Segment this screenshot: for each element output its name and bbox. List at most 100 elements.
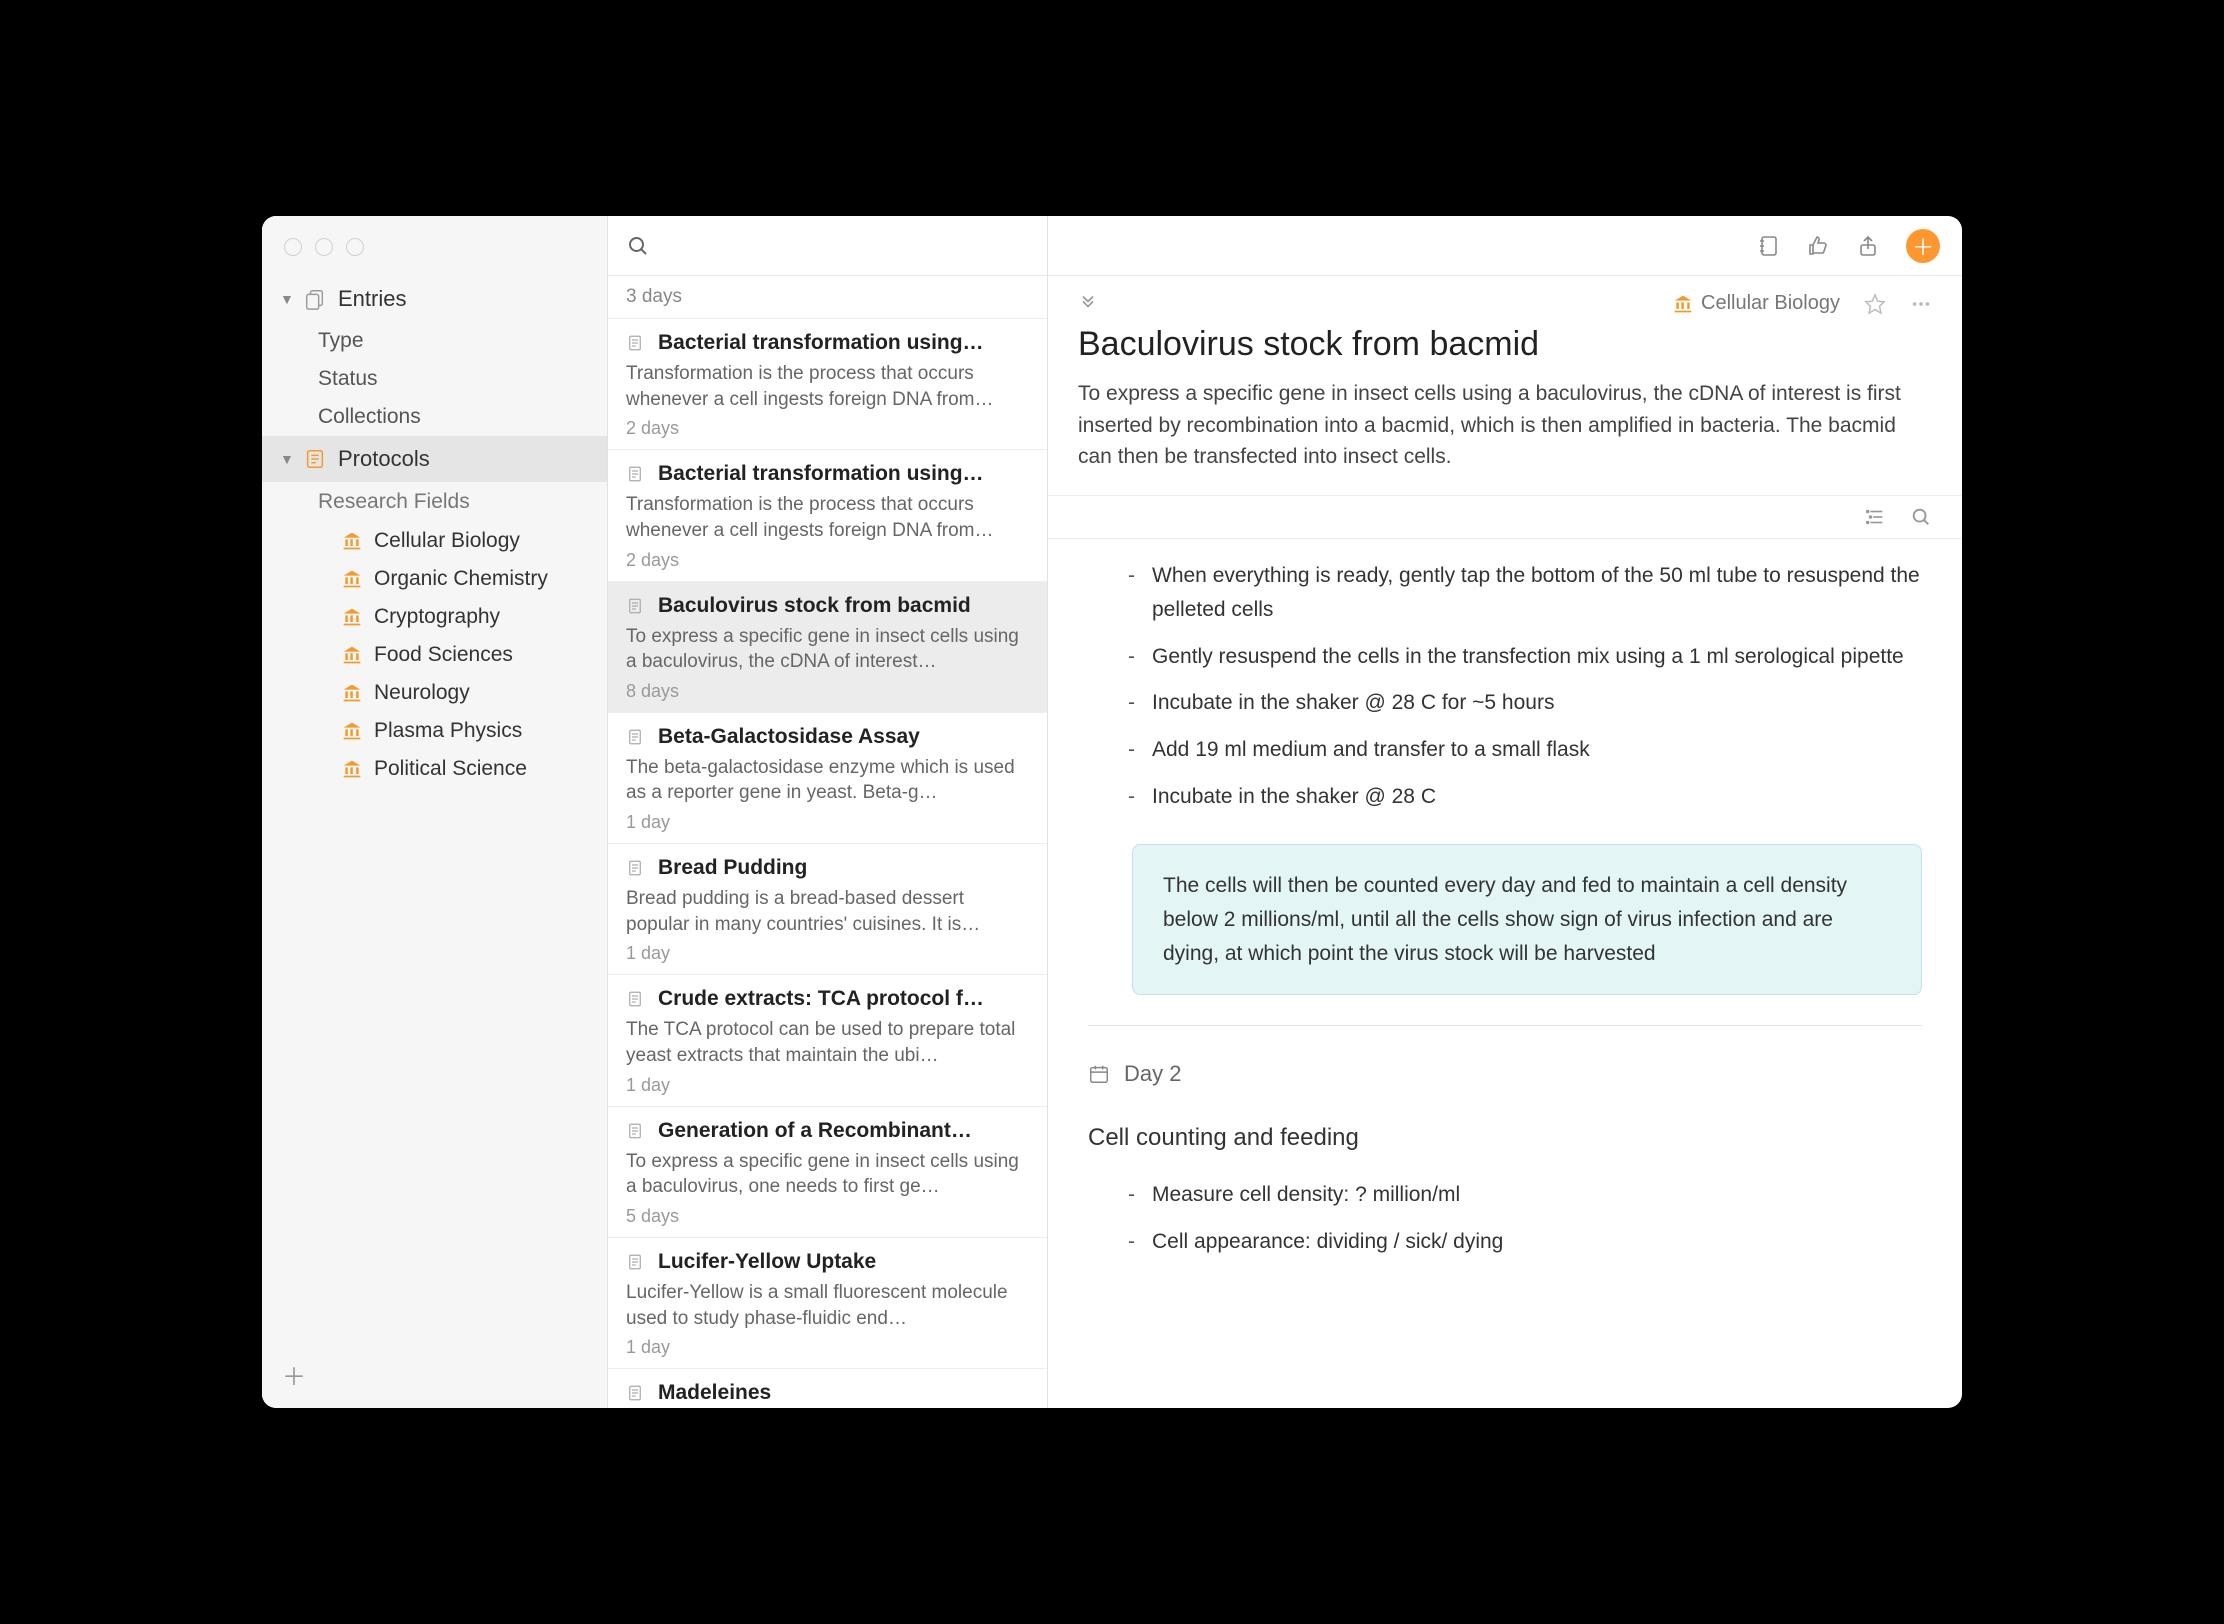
protocol-step: Add 19 ml medium and transfer to a small… [1128, 733, 1922, 768]
entry-title: Bacterial transformation using… [658, 462, 984, 486]
close-window-button[interactable] [284, 238, 302, 256]
sidebar-item[interactable]: Type [262, 322, 607, 360]
entry-excerpt: Lucifer-Yellow is a small fluorescent mo… [626, 1280, 1029, 1331]
document-icon [626, 332, 644, 354]
protocol-step: When everything is ready, gently tap the… [1128, 559, 1922, 628]
entry-title: Beta-Galactosidase Assay [658, 725, 920, 749]
institution-icon [342, 607, 362, 627]
entry-title: Bacterial transformation using… [658, 331, 984, 355]
entry-item[interactable]: MadeleinesThe Madeleine or Petite Madele… [608, 1369, 1047, 1408]
entry-excerpt: The TCA protocol can be used to prepare … [626, 1017, 1029, 1068]
document-subtoolbar [1048, 496, 1962, 539]
list-toolbar [608, 216, 1047, 276]
research-field-label: Plasma Physics [374, 719, 522, 743]
document-title: Baculovirus stock from bacmid [1078, 325, 1932, 364]
sidebar-research-fields-label: Research Fields [262, 482, 607, 522]
search-in-doc-icon[interactable] [1910, 506, 1932, 528]
category-pill[interactable]: Cellular Biology [1673, 292, 1840, 315]
entry-item[interactable]: Crude extracts: TCA protocol f… The TCA p… [608, 975, 1047, 1106]
entry-list[interactable]: Bacterial transformation using… Transform… [608, 319, 1047, 1408]
sidebar-item[interactable]: Status [262, 360, 607, 398]
star-icon[interactable] [1864, 293, 1886, 315]
document-icon [626, 988, 644, 1010]
entry-date: 1 day [626, 812, 1029, 833]
document-body[interactable]: When everything is ready, gently tap the… [1048, 539, 1962, 1409]
research-field-item[interactable]: Cellular Biology [262, 522, 607, 560]
sidebar-item[interactable]: Collections [262, 398, 607, 436]
detail-column: ＋ Cellular Biology [1048, 216, 1962, 1408]
sidebar-protocols-header[interactable]: ▼ Protocols [262, 436, 607, 482]
entry-excerpt: Transformation is the process that occur… [626, 492, 1029, 543]
institution-icon [342, 759, 362, 779]
entry-title: Lucifer-Yellow Uptake [658, 1250, 876, 1274]
institution-icon [342, 721, 362, 741]
copies-icon [304, 288, 326, 310]
entry-item[interactable]: Bacterial transformation using… Transform… [608, 450, 1047, 581]
research-field-label: Organic Chemistry [374, 567, 548, 591]
outline-icon[interactable] [1864, 506, 1886, 528]
research-field-label: Cryptography [374, 605, 500, 629]
entry-item[interactable]: Baculovirus stock from bacmidTo express … [608, 582, 1047, 713]
document-icon [626, 595, 644, 617]
sidebar-footer: ＋ [262, 1341, 607, 1408]
minimize-window-button[interactable] [315, 238, 333, 256]
zoom-window-button[interactable] [346, 238, 364, 256]
institution-icon [342, 569, 362, 589]
app-window: ▼ Entries TypeStatusCollections ▼ Protoc… [262, 216, 1962, 1408]
research-field-item[interactable]: Plasma Physics [262, 712, 607, 750]
entry-item[interactable]: Beta-Galactosidase Assay The beta-galacto… [608, 713, 1047, 844]
entry-excerpt: The beta-galactosidase enzyme which is u… [626, 755, 1029, 806]
calendar-icon [1088, 1063, 1110, 1085]
callout-box: The cells will then be counted every day… [1132, 844, 1922, 995]
research-field-item[interactable]: Organic Chemistry [262, 560, 607, 598]
protocol-step: Incubate in the shaker @ 28 C [1128, 780, 1922, 815]
category-label: Cellular Biology [1701, 292, 1840, 315]
research-field-item[interactable]: Food Sciences [262, 636, 607, 674]
entry-title: Baculovirus stock from bacmid [658, 594, 971, 618]
research-field-label: Cellular Biology [374, 529, 520, 553]
entry-date: 2 days [626, 418, 1029, 439]
protocol-step: Cell appearance: dividing / sick/ dying [1128, 1225, 1922, 1260]
research-field-label: Food Sciences [374, 643, 513, 667]
document-summary: To express a specific gene in insect cel… [1078, 378, 1932, 473]
document-icon [626, 1382, 644, 1404]
sidebar-entries-header[interactable]: ▼ Entries [262, 276, 607, 322]
window-controls [284, 238, 364, 256]
institution-icon [342, 683, 362, 703]
research-field-item[interactable]: Neurology [262, 674, 607, 712]
entry-title: Crude extracts: TCA protocol f… [658, 987, 984, 1011]
document-icon [626, 1251, 644, 1273]
document-icon [626, 857, 644, 879]
collapse-icon[interactable] [1078, 294, 1098, 314]
day-label: Day 2 [1124, 1056, 1181, 1092]
entry-list-column: 3 days Bacterial transformation using…Tr… [608, 216, 1048, 1408]
entry-item[interactable]: Bacterial transformation using…Transform… [608, 319, 1047, 450]
protocol-step: Incubate in the shaker @ 28 C for ~5 hou… [1128, 686, 1922, 721]
share-icon[interactable] [1856, 234, 1880, 258]
entry-item[interactable]: Lucifer-Yellow Uptake Lucifer-Yellow is a… [608, 1238, 1047, 1369]
research-field-label: Political Science [374, 757, 527, 781]
add-button[interactable]: ＋ [282, 1364, 306, 1391]
entry-title: Madeleines [658, 1381, 771, 1405]
entry-item[interactable]: Generation of a Recombinant…To express a… [608, 1107, 1047, 1238]
chevron-down-icon: ▼ [280, 291, 294, 307]
research-field-item[interactable]: Political Science [262, 750, 607, 788]
add-new-button[interactable]: ＋ [1906, 229, 1940, 263]
notebook-icon[interactable] [1756, 234, 1780, 258]
research-field-item[interactable]: Cryptography [262, 598, 607, 636]
divider [1088, 1025, 1922, 1026]
entry-date: 2 days [626, 550, 1029, 571]
entry-excerpt: To express a specific gene in insect cel… [626, 1149, 1029, 1200]
sidebar-protocols-label: Protocols [338, 446, 430, 472]
protocol-step: Gently resuspend the cells in the transf… [1128, 640, 1922, 675]
sidebar: ▼ Entries TypeStatusCollections ▼ Protoc… [262, 216, 608, 1408]
chevron-down-icon: ▼ [280, 451, 294, 467]
document-icon [626, 726, 644, 748]
sidebar-entries-label: Entries [338, 286, 406, 312]
entry-item[interactable]: Bread PuddingBread pudding is a bread-ba… [608, 844, 1047, 975]
more-icon[interactable] [1910, 293, 1932, 315]
thumbs-up-icon[interactable] [1806, 234, 1830, 258]
entry-date: 1 day [626, 1075, 1029, 1096]
entry-date: 1 day [626, 943, 1029, 964]
search-icon[interactable] [626, 234, 650, 258]
